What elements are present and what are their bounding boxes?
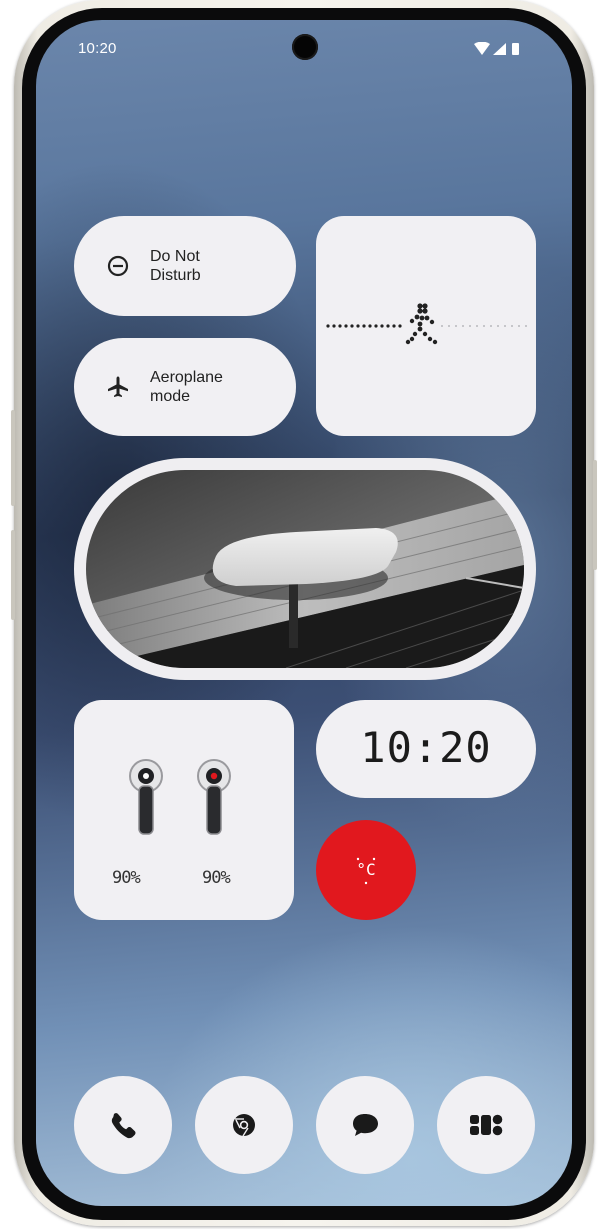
volume-button (11, 410, 15, 506)
status-icons (474, 42, 519, 55)
clock-widget[interactable]: 10:20 (316, 700, 536, 798)
messages-icon (353, 1114, 378, 1136)
walking-person-icon (326, 303, 527, 345)
power-button (11, 530, 15, 620)
photo-widget[interactable] (74, 458, 536, 680)
aeroplane-label-line1: Aeroplane (150, 369, 223, 386)
airplane-icon (108, 376, 128, 397)
left-earbud-battery: 90% (112, 868, 141, 888)
dock-chrome-button[interactable] (195, 1076, 293, 1174)
dnd-label-line2: Disturb (150, 267, 201, 284)
left-earbud-icon (129, 759, 163, 835)
do-not-disturb-icon (107, 255, 129, 277)
battery-icon (512, 43, 519, 55)
wifi-icon (474, 42, 490, 55)
front-camera (292, 34, 318, 60)
app-drawer-icon (470, 1114, 503, 1136)
aeroplane-tile[interactable]: Aeroplane mode (74, 338, 296, 436)
photo-image (86, 470, 524, 668)
aeroplane-label-line2: mode (150, 388, 191, 405)
dnd-label-line1: Do Not (150, 248, 200, 265)
side-button-right (593, 460, 597, 570)
activity-widget[interactable] (316, 216, 536, 436)
status-time: 10:20 (78, 40, 117, 57)
right-earbud-battery: 90% (202, 868, 231, 888)
signal-icon (493, 43, 506, 55)
chrome-icon (233, 1114, 255, 1137)
clock-time: 10:20 (360, 723, 492, 772)
earbuds-widget[interactable]: 90% 90% (74, 700, 294, 920)
dock-phone-button[interactable] (74, 1076, 172, 1174)
aeroplane-label: Aeroplane mode (150, 368, 223, 406)
dnd-label: Do Not Disturb (150, 247, 201, 285)
phone-icon (111, 1113, 136, 1139)
right-earbud-icon (197, 759, 231, 835)
dock-apps-button[interactable] (437, 1076, 535, 1174)
weather-widget[interactable]: °C (316, 820, 416, 920)
temperature-dots-icon (356, 857, 376, 885)
dnd-tile[interactable]: Do Not Disturb (74, 216, 296, 316)
home-screen: 10:20 Do Not Disturb Aeroplane mode 90% … (36, 20, 572, 1206)
dock-messages-button[interactable] (316, 1076, 414, 1174)
